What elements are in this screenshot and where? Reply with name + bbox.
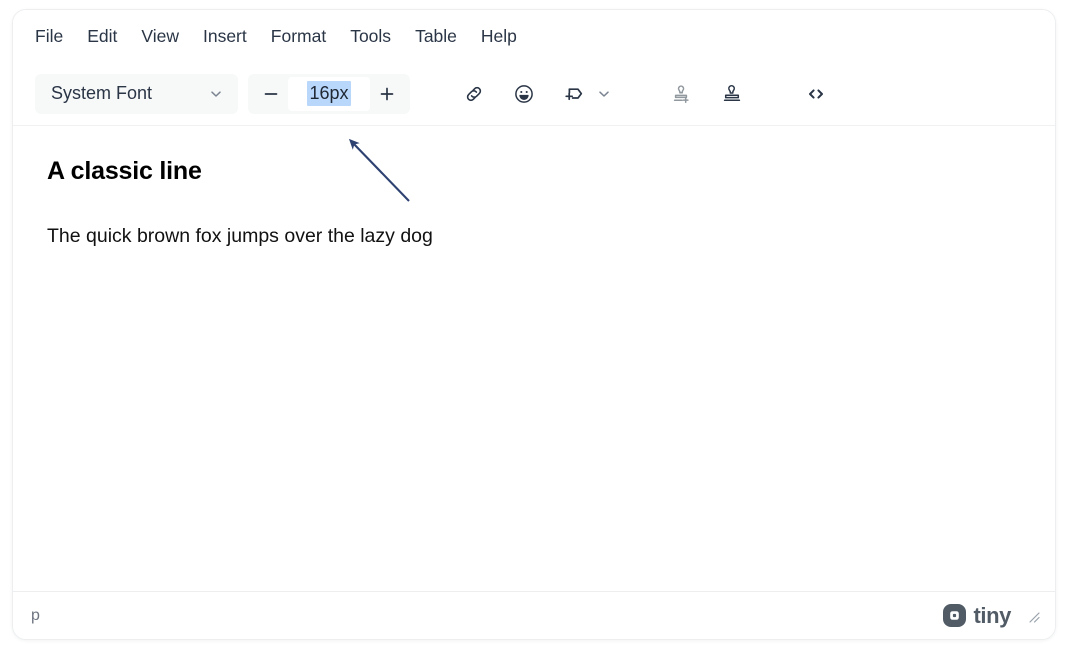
decrease-font-size-button[interactable] bbox=[254, 77, 288, 111]
insert-template-button[interactable] bbox=[554, 74, 616, 114]
link-icon bbox=[462, 82, 486, 106]
font-size-value: 16px bbox=[307, 81, 351, 106]
menu-help[interactable]: Help bbox=[469, 21, 529, 52]
toolbar: System Font 16px bbox=[13, 62, 1055, 126]
menu-tools[interactable]: Tools bbox=[338, 21, 403, 52]
document-heading[interactable]: A classic line bbox=[47, 156, 1021, 187]
menu-insert[interactable]: Insert bbox=[191, 21, 259, 52]
resize-grip-icon[interactable] bbox=[1025, 608, 1041, 624]
menu-file[interactable]: File bbox=[23, 21, 75, 52]
add-stamp-button[interactable] bbox=[662, 74, 702, 114]
menu-edit[interactable]: Edit bbox=[75, 21, 129, 52]
stamp-icon bbox=[720, 82, 744, 106]
stamp-button[interactable] bbox=[712, 74, 752, 114]
font-family-select[interactable]: System Font bbox=[35, 73, 238, 114]
source-code-button[interactable] bbox=[796, 74, 836, 114]
menu-format[interactable]: Format bbox=[259, 21, 338, 52]
editor-content-area[interactable]: A classic line The quick brown fox jumps… bbox=[13, 126, 1055, 591]
statusbar: p tiny bbox=[13, 591, 1055, 639]
increase-font-size-button[interactable] bbox=[370, 77, 404, 111]
emoticons-button[interactable] bbox=[504, 74, 544, 114]
stamp-plus-icon bbox=[670, 82, 694, 106]
tiny-branding[interactable]: tiny bbox=[942, 603, 1011, 628]
insert-link-button[interactable] bbox=[454, 74, 494, 114]
font-size-input[interactable]: 16px bbox=[288, 76, 370, 111]
document-paragraph[interactable]: The quick brown fox jumps over the lazy … bbox=[47, 223, 1021, 249]
chevron-down-icon bbox=[208, 86, 224, 102]
tinymce-editor-frame: File Edit View Insert Format Tools Table… bbox=[12, 9, 1056, 640]
element-path[interactable]: p bbox=[31, 607, 40, 625]
tiny-brand-label: tiny bbox=[973, 602, 1011, 628]
font-family-value: System Font bbox=[51, 83, 153, 103]
menu-view[interactable]: View bbox=[129, 21, 191, 52]
menubar: File Edit View Insert Format Tools Table… bbox=[13, 10, 1055, 62]
insert-template-icon-button[interactable] bbox=[554, 74, 594, 114]
statusbar-right: tiny bbox=[942, 603, 1041, 628]
code-icon bbox=[804, 82, 828, 106]
menu-table[interactable]: Table bbox=[403, 21, 469, 52]
add-template-icon bbox=[562, 82, 586, 106]
tiny-logo-icon bbox=[942, 603, 967, 628]
emoji-icon bbox=[512, 82, 536, 106]
chevron-down-icon[interactable] bbox=[596, 86, 612, 102]
font-size-spinner: 16px bbox=[248, 73, 410, 114]
